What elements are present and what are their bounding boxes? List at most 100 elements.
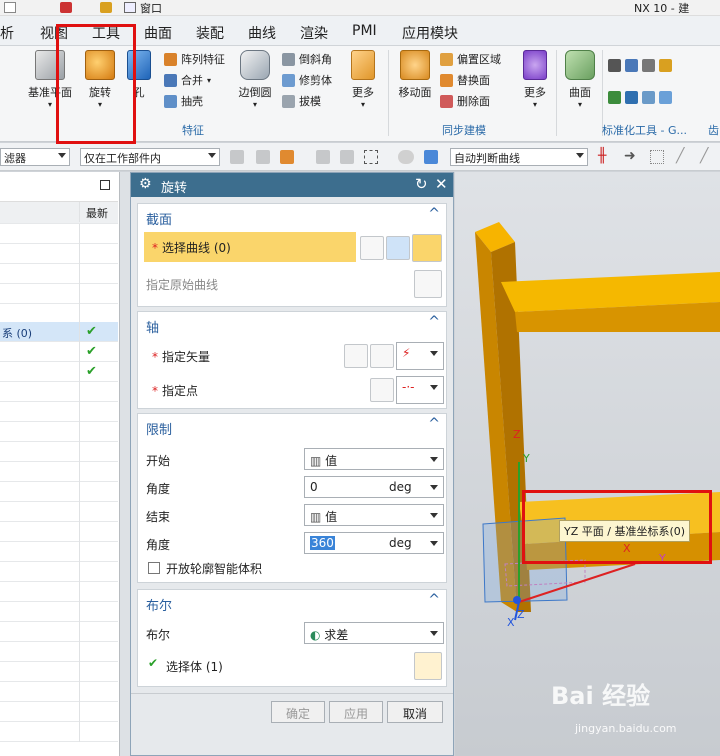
gear-icon[interactable]: ⚙ (139, 176, 152, 192)
edge-blend-button[interactable]: 边倒圆 ▾ (232, 50, 278, 109)
list-item[interactable] (0, 502, 118, 522)
surface-button[interactable]: 曲面 ▾ (562, 50, 598, 109)
list-item[interactable] (0, 422, 118, 442)
snap-icon[interactable] (316, 150, 330, 164)
menu-assembly[interactable]: 装配 (196, 23, 224, 43)
vector-type-select[interactable]: ⚡ (396, 342, 444, 370)
list-item[interactable] (0, 582, 118, 602)
stop-icon[interactable]: ╫ (598, 148, 606, 164)
body-icon[interactable] (414, 652, 442, 680)
curve-select-icon[interactable] (412, 234, 442, 262)
apply-button[interactable]: 应用 (329, 701, 383, 723)
list-item[interactable] (0, 264, 118, 284)
list-item[interactable] (0, 224, 118, 244)
edit-icon[interactable] (100, 2, 112, 13)
list-item[interactable] (0, 304, 118, 324)
window-icon[interactable] (124, 2, 136, 13)
menu-pmi[interactable]: PMI (352, 23, 377, 39)
line-icon[interactable]: ╱ (700, 148, 708, 164)
arrow-right-icon[interactable]: ➜ (624, 148, 636, 164)
scope-select[interactable]: 仅在工作部件内 (80, 148, 220, 166)
chamfer-button[interactable]: 倒斜角 (282, 50, 332, 68)
deselect-icon[interactable] (360, 236, 384, 260)
boolean-select[interactable]: ◐ 求差 (304, 622, 444, 644)
list-item[interactable]: ✔ (0, 362, 118, 382)
reverse-direction-icon[interactable] (344, 344, 368, 368)
delete-face-button[interactable]: 删除面 (440, 92, 490, 110)
open-profile-checkbox[interactable] (148, 562, 160, 574)
list-item[interactable] (0, 402, 118, 422)
list-item[interactable]: ✔ (0, 342, 118, 362)
trim-body-button[interactable]: 修剪体 (282, 71, 332, 89)
start-mode-select[interactable]: ▥ 值 (304, 448, 444, 470)
unite-button[interactable]: 合并 ▾ (164, 71, 211, 89)
list-item[interactable] (0, 642, 118, 662)
list-item[interactable] (0, 702, 118, 722)
limits-header[interactable]: 限制 ^ (138, 414, 446, 438)
list-item[interactable] (0, 562, 118, 582)
more-sync-button[interactable]: 更多 ▾ (518, 50, 552, 109)
std-tools-row2[interactable] (608, 88, 672, 106)
list-item[interactable]: 系 (0) ✔ (0, 322, 118, 342)
end-angle-input[interactable]: 360 deg (304, 532, 444, 554)
axis-header[interactable]: 轴 ^ (138, 312, 446, 336)
offset-region-button[interactable]: 偏置区域 (440, 50, 501, 68)
list-item[interactable] (0, 244, 118, 264)
list-item[interactable] (0, 722, 118, 742)
list-item[interactable] (0, 442, 118, 462)
shell-button[interactable]: 抽壳 (164, 92, 203, 110)
list-item[interactable] (0, 382, 118, 402)
menu-render[interactable]: 渲染 (300, 23, 328, 43)
list-item[interactable] (0, 462, 118, 482)
list-item[interactable] (0, 522, 118, 542)
point-type-select[interactable]: -·- (396, 376, 444, 404)
line-icon[interactable]: ╱ (676, 148, 684, 164)
pattern-feature-button[interactable]: 阵列特征 (164, 50, 225, 68)
menu-application[interactable]: 应用模块 (402, 23, 458, 43)
splitter[interactable] (120, 172, 130, 756)
section-header[interactable]: 截面 ^ (138, 204, 446, 228)
snap-icon[interactable] (256, 150, 270, 164)
list-item[interactable] (0, 602, 118, 622)
snap-icon[interactable] (230, 150, 244, 164)
point-dialog-icon[interactable] (370, 378, 394, 402)
list-item[interactable] (0, 682, 118, 702)
maximize-icon[interactable] (100, 180, 110, 190)
list-item[interactable] (0, 284, 118, 304)
move-face-button[interactable]: 移动面 (394, 50, 436, 100)
list-item[interactable] (0, 482, 118, 502)
sketch-section-icon[interactable] (386, 236, 410, 260)
more-features-button[interactable]: 更多 ▾ (346, 50, 380, 109)
boolean-header[interactable]: 布尔 ^ (138, 590, 446, 614)
type-filter-select[interactable]: 滤器 (0, 148, 70, 166)
list-item[interactable] (0, 542, 118, 562)
rectangle-select-icon[interactable] (364, 150, 378, 164)
reset-icon[interactable]: ↻ (415, 175, 428, 193)
close-icon[interactable]: ✕ (435, 175, 448, 193)
window-menu[interactable]: 窗口 (140, 0, 162, 16)
cancel-button[interactable]: 取消 (387, 701, 443, 723)
list-item[interactable] (0, 622, 118, 642)
ok-button[interactable]: 确定 (271, 701, 325, 723)
select-curve-row[interactable]: * 选择曲线 (0) (144, 232, 356, 262)
menu-curve[interactable]: 曲线 (248, 23, 276, 43)
std-tools-row1[interactable] (608, 56, 672, 74)
curve-rule-select[interactable]: 自动判断曲线 (450, 148, 588, 166)
face-select-icon[interactable] (398, 150, 414, 164)
snap-point-icon[interactable] (650, 150, 664, 164)
menu-surface[interactable]: 曲面 (144, 23, 172, 43)
save-icon[interactable] (4, 2, 16, 13)
draft-button[interactable]: 拔模 (282, 92, 321, 110)
vector-dialog-icon[interactable] (370, 344, 394, 368)
selection-mode-icon[interactable] (280, 150, 294, 164)
list-item[interactable] (0, 662, 118, 682)
origin-curve-icon[interactable] (414, 270, 442, 298)
replace-face-button[interactable]: 替换面 (440, 71, 490, 89)
start-angle-input[interactable]: 0 deg (304, 476, 444, 498)
graphics-viewport[interactable]: Y Z X Z X Y YZ 平面 / 基准坐标系(0) Bai 经验 jing… (455, 172, 720, 756)
undo-icon[interactable] (60, 2, 72, 13)
snap-icon[interactable] (340, 150, 354, 164)
menu-analysis[interactable]: 析 (0, 23, 14, 43)
end-mode-select[interactable]: ▥ 值 (304, 504, 444, 526)
body-select-icon[interactable] (424, 150, 438, 164)
